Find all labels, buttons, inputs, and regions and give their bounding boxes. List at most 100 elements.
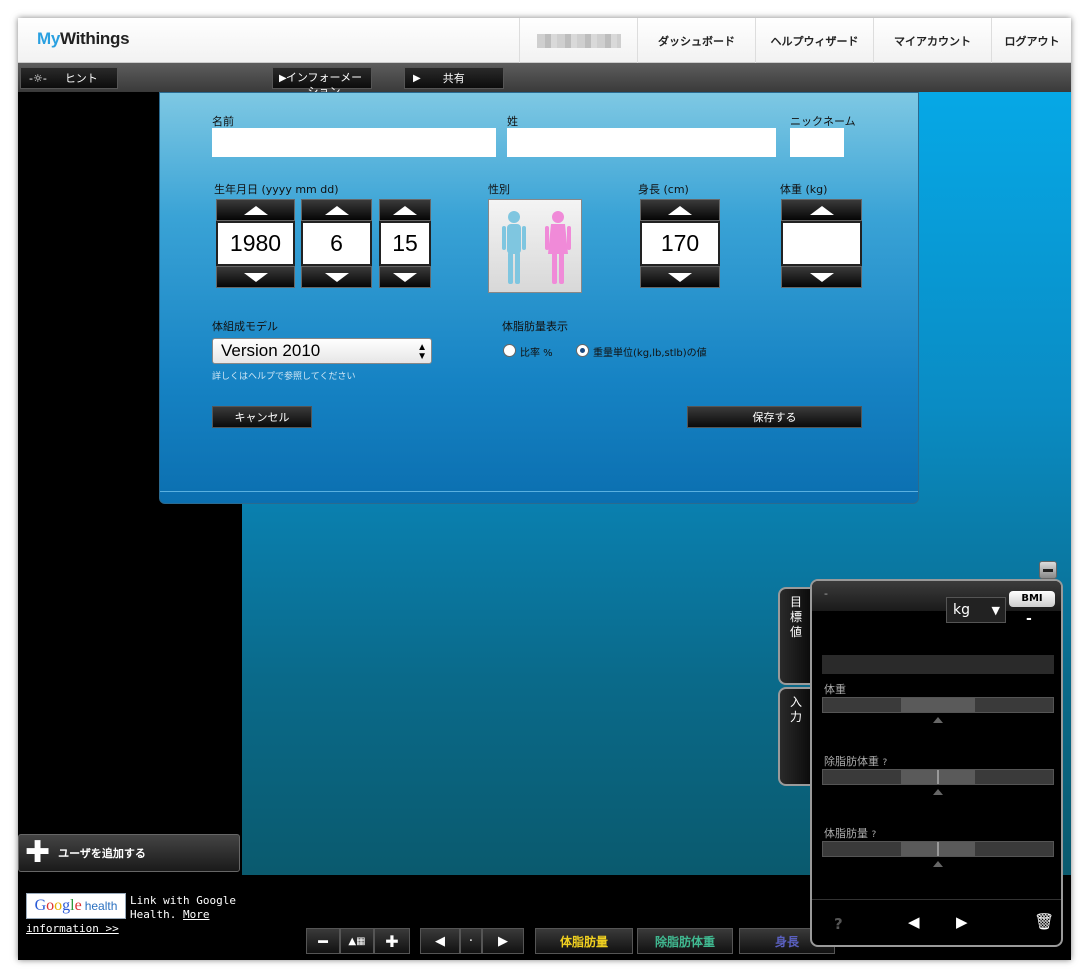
form-divider [160, 491, 918, 492]
tab-input[interactable]: 入力 [778, 687, 812, 786]
height-label: 身長 (cm) [638, 183, 689, 196]
user-name-blurred [519, 18, 637, 63]
month-down-button[interactable] [301, 266, 372, 288]
select-arrows-icon: ▲ ▼ [417, 342, 427, 362]
zoom-in-button[interactable]: ✚ [374, 928, 410, 954]
nav-my-account[interactable]: マイアカウント [873, 18, 991, 63]
minimize-button[interactable] [1039, 561, 1057, 579]
male-female-figures-icon [502, 211, 571, 284]
calendar-icon: ▲▦ [348, 935, 366, 947]
unit-select[interactable]: kg ▼ [946, 597, 1006, 623]
play-icon: ▶ [413, 72, 421, 84]
google-information-link[interactable]: information >> [26, 922, 119, 935]
nickname-label: ニックネーム [790, 115, 856, 128]
minus-icon [1043, 568, 1053, 572]
fat-mass-tab[interactable]: 体脂肪量 [535, 928, 633, 954]
lean-mass-tab[interactable]: 除脂肪体重 [637, 928, 733, 954]
birth-month-stepper: 6 [301, 199, 372, 288]
save-button[interactable]: 保存する [687, 406, 862, 428]
birth-year-value[interactable]: 1980 [216, 221, 295, 266]
prev-period-button[interactable]: ◀ [420, 928, 460, 954]
birth-month-value[interactable]: 6 [301, 221, 372, 266]
next-arrow-icon[interactable]: ▶ [956, 913, 968, 931]
arrow-right-icon: ▶ [498, 933, 508, 949]
radio-ratio[interactable] [503, 344, 516, 357]
bmi-button[interactable]: BMI [1009, 591, 1055, 607]
google-health-logo[interactable]: Google health [26, 893, 126, 919]
gender-label: 性別 [488, 183, 510, 196]
radio-ratio-label: 比率 % [520, 348, 553, 359]
arrow-up-icon [243, 205, 268, 215]
fat-slider-label: 体脂肪量 ? [824, 827, 877, 840]
slider-marker-icon [933, 717, 943, 723]
zoom-out-button[interactable]: ━ [306, 928, 340, 954]
today-button[interactable]: · [460, 928, 482, 954]
google-link-text: Link with Google Health. More [130, 894, 236, 921]
widget-input-strip [822, 655, 1054, 674]
nav-help-wizard[interactable]: ヘルプウィザード [755, 18, 873, 63]
year-up-button[interactable] [216, 199, 295, 221]
lean-slider-label: 除脂肪体重 ? [824, 755, 888, 768]
weight-slider[interactable] [822, 697, 1054, 713]
weight-up-button[interactable] [781, 199, 862, 221]
cancel-button[interactable]: キャンセル [212, 406, 312, 428]
height-down-button[interactable] [640, 266, 720, 288]
next-period-button[interactable]: ▶ [482, 928, 524, 954]
chevron-down-icon: ▼ [991, 603, 1000, 617]
arrow-up-icon [393, 205, 417, 215]
google-more-link[interactable]: More [183, 908, 210, 921]
plus-icon: ✚ [25, 835, 51, 870]
profile-form: 名前 姓 ニックネーム 生年月日 (yyyy mm dd) 1980 6 15 … [159, 92, 919, 504]
body-model-select[interactable]: Version 2010 ▲ ▼ [212, 338, 432, 364]
calendar-button[interactable]: ▲▦ [340, 928, 374, 954]
share-button[interactable]: ▶ 共有 [404, 67, 504, 89]
height-up-button[interactable] [640, 199, 720, 221]
month-up-button[interactable] [301, 199, 372, 221]
gender-selector[interactable] [488, 199, 582, 293]
minus-icon: ━ [318, 931, 328, 951]
fat-mass-slider[interactable] [822, 841, 1054, 857]
lightbulb-icon: -☼- [29, 71, 47, 85]
nav-logout[interactable]: ログアウト [991, 18, 1071, 63]
arrow-up-icon [324, 205, 349, 215]
hint-button[interactable]: -☼- ヒント [20, 67, 118, 89]
toolbar: -☼- ヒント ▶ インフォーメーション ▶ 共有 [18, 63, 1071, 98]
information-button[interactable]: ▶ インフォーメーション [272, 67, 372, 98]
radio-weight-unit[interactable] [576, 344, 589, 357]
help-icon[interactable]: ? [883, 758, 888, 768]
radio-weight-unit-label: 重量単位(kg,lb,stlb)の値 [593, 348, 707, 359]
widget-date: - [824, 587, 828, 600]
lean-mass-slider[interactable] [822, 769, 1054, 785]
arrow-down-icon [324, 272, 349, 282]
first-name-field[interactable] [212, 128, 496, 157]
day-up-button[interactable] [379, 199, 431, 221]
tab-goal[interactable]: 目標値 [778, 587, 812, 685]
day-down-button[interactable] [379, 266, 431, 288]
arrow-down-icon [809, 272, 834, 282]
arrow-up-icon [809, 205, 834, 215]
height-stepper: 170 [640, 199, 720, 288]
nickname-field[interactable] [790, 128, 844, 157]
birthdate-label: 生年月日 (yyyy mm dd) [214, 183, 339, 196]
arrow-left-icon: ◀ [435, 933, 445, 949]
height-value[interactable]: 170 [640, 221, 720, 266]
birth-day-value[interactable]: 15 [379, 221, 431, 266]
top-nav: ダッシュボード ヘルプウィザード マイアカウント ログアウト [519, 18, 1071, 63]
year-down-button[interactable] [216, 266, 295, 288]
measure-widget: - kg ▼ BMI - 体重 除脂肪体重 ? 体脂肪量 ? ? ◀ ▶ 🗑 [810, 579, 1063, 947]
nav-dashboard[interactable]: ダッシュボード [637, 18, 755, 63]
weight-down-button[interactable] [781, 266, 862, 288]
add-user-button[interactable]: ✚ ユーザを追加する [18, 834, 240, 872]
help-icon[interactable]: ? [872, 830, 877, 840]
model-help-text: 詳しくはヘルプで参照してください [212, 372, 356, 382]
slider-marker-icon [933, 789, 943, 795]
prev-arrow-icon[interactable]: ◀ [908, 913, 920, 931]
last-name-field[interactable] [507, 128, 776, 157]
help-icon[interactable]: ? [834, 915, 843, 933]
mywithings-logo[interactable]: MyWithings [37, 29, 130, 49]
trash-icon[interactable]: 🗑 [1034, 912, 1054, 931]
app-window: MyWithings ダッシュボード ヘルプウィザード マイアカウント ログアウ… [18, 18, 1071, 960]
weight-value[interactable] [781, 221, 862, 266]
bmi-value: - [1026, 611, 1032, 627]
arrow-up-icon [668, 205, 692, 215]
